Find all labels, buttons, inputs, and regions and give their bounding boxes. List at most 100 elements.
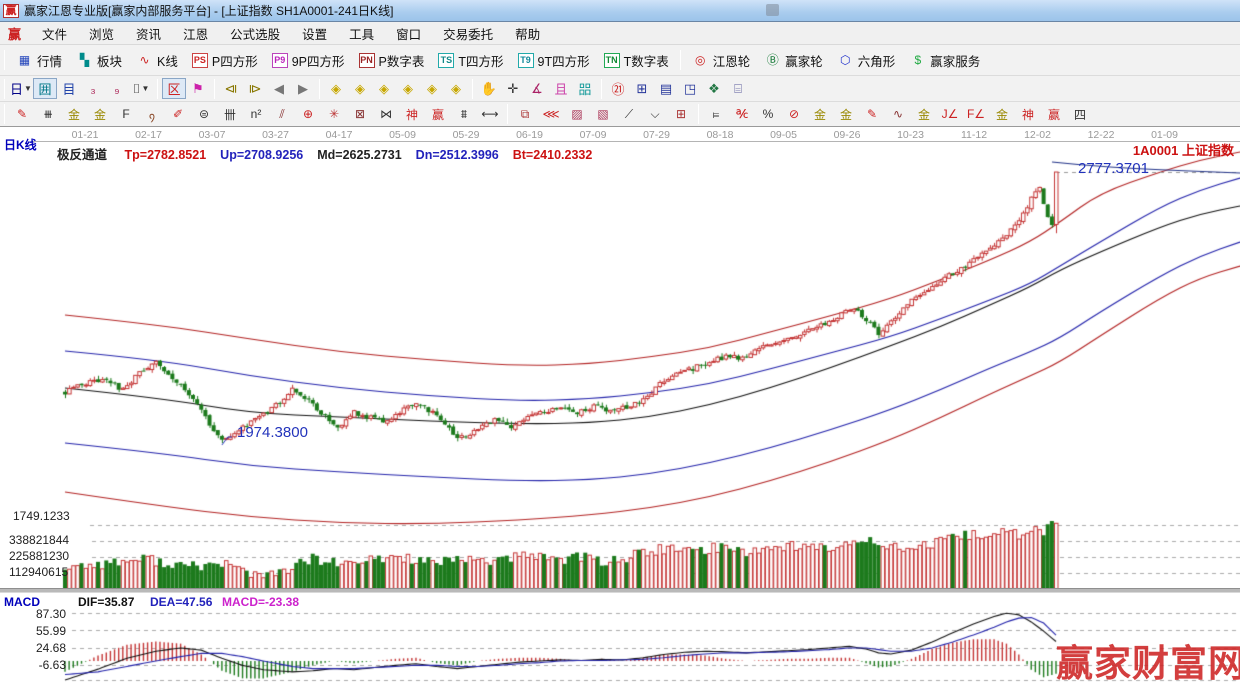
menu-item-工具[interactable]: 工具 xyxy=(338,21,385,46)
pencil-tool-button[interactable]: ✎ xyxy=(9,104,35,125)
trend-line-button[interactable]: ⟋ xyxy=(616,104,642,125)
gold-circle-button[interactable]: 金 xyxy=(807,104,833,125)
gold-line-button[interactable]: 金 xyxy=(833,104,859,125)
diamond-zoom-out-button[interactable]: ◈ xyxy=(444,78,468,99)
shen-angle-button[interactable]: 神 xyxy=(1015,104,1041,125)
candle-style-dropdown[interactable]: ⌷▼ xyxy=(129,78,153,99)
bar9-chart-button[interactable]: ₉ xyxy=(105,78,129,99)
angle-measure-button[interactable]: ∡ xyxy=(525,78,549,99)
notes-button[interactable]: ▤ xyxy=(654,78,678,99)
winner-service-button[interactable]: $赢家服务 xyxy=(902,48,987,73)
chart-globe-button[interactable]: ❖ xyxy=(702,78,726,99)
info-board-button[interactable]: 目 xyxy=(57,78,81,99)
9t-square-button[interactable]: T99T四方形 xyxy=(511,48,597,73)
fan-lines-button[interactable]: ⋘ xyxy=(538,104,564,125)
app-logo-icon: 赢 xyxy=(3,4,19,18)
p-square-button[interactable]: PSP四方形 xyxy=(185,48,265,73)
save-floppy-button[interactable]: ◳ xyxy=(678,78,702,99)
percent-line-button[interactable]: ℀ xyxy=(729,104,755,125)
check-wave-button[interactable]: ⌵ xyxy=(642,104,668,125)
menu-item-设置[interactable]: 设置 xyxy=(291,21,338,46)
magnet-tool-button[interactable]: 且 xyxy=(549,78,573,99)
p-number-table-icon: PN xyxy=(359,53,375,68)
sector-button[interactable]: ▚板块 xyxy=(69,48,129,73)
t-square-button[interactable]: TST四方形 xyxy=(431,48,510,73)
menu-item-帮助[interactable]: 帮助 xyxy=(504,21,551,46)
menu-item-资讯[interactable]: 资讯 xyxy=(125,21,172,46)
quote-button[interactable]: ▦行情 xyxy=(9,48,69,73)
gann-wheel-button[interactable]: ◎江恩轮 xyxy=(685,48,758,73)
width-measure-button[interactable]: ⟷ xyxy=(477,104,503,125)
gold-angle2-button[interactable]: 金 xyxy=(989,104,1015,125)
t-number-table-button[interactable]: TNT数字表 xyxy=(597,48,676,73)
session-grid-button[interactable]: 区 xyxy=(162,78,186,99)
window-control-icon[interactable] xyxy=(766,4,779,16)
p-number-table-button[interactable]: PNP数字表 xyxy=(352,48,432,73)
ying-angle-button[interactable]: 赢 xyxy=(1041,104,1067,125)
gann-target-button[interactable]: ⊕ xyxy=(295,104,321,125)
title-bar[interactable]: 赢 赢家江恩专业版[赢家内部服务平台] - [上证指数 SH1A0001-241… xyxy=(0,0,1240,22)
diamond-expand-button[interactable]: ◈ xyxy=(372,78,396,99)
gold-angle-button[interactable]: 金 xyxy=(911,104,937,125)
chart-cart-button[interactable]: ⌸ xyxy=(726,78,750,99)
rect-tool-button[interactable]: ⧉ xyxy=(512,104,538,125)
calculator-button[interactable]: ⊞ xyxy=(630,78,654,99)
f-angle-button[interactable]: F∠ xyxy=(963,104,989,125)
bar3-chart-button[interactable]: ₃ xyxy=(81,78,105,99)
wave-tool-button[interactable]: ∿ xyxy=(885,104,911,125)
kline-period-dropdown[interactable]: 日▼ xyxy=(9,78,33,99)
diamond-shift-right-button[interactable]: ◈ xyxy=(348,78,372,99)
menu-item-文件[interactable]: 文件 xyxy=(31,21,78,46)
calendar-button[interactable]: ㉑ xyxy=(606,78,630,99)
color-flag-button[interactable]: ⚑ xyxy=(186,78,210,99)
diamond-zoom-in-button[interactable]: ◈ xyxy=(420,78,444,99)
menu-item-浏览[interactable]: 浏览 xyxy=(78,21,125,46)
pencil-angle-button[interactable]: ✎ xyxy=(859,104,885,125)
menu-item-窗口[interactable]: 窗口 xyxy=(385,21,432,46)
hexagon-button[interactable]: ⬡六角形 xyxy=(830,48,903,73)
menu-item-江恩[interactable]: 江恩 xyxy=(172,21,219,46)
n2-grid-button[interactable]: n² xyxy=(243,104,269,125)
cloud-tool-button[interactable]: 㗊 xyxy=(573,78,597,99)
panel-splitter[interactable] xyxy=(0,588,1240,593)
hash-grid-button[interactable]: 卌 xyxy=(217,104,243,125)
ying-grid-button[interactable]: 赢 xyxy=(425,104,451,125)
web-square-button[interactable]: ⊠ xyxy=(347,104,373,125)
dense-grid-button[interactable]: ⊞ xyxy=(668,104,694,125)
circle-grid-button[interactable]: ⊜ xyxy=(191,104,217,125)
spiral-tool-button[interactable]: ᠀ xyxy=(139,104,165,125)
gold-grid2-button[interactable]: 金 xyxy=(87,104,113,125)
9p-square-button[interactable]: P99P四方形 xyxy=(265,48,352,73)
pencil2-tool-button[interactable]: ✐ xyxy=(165,104,191,125)
shen-grid-button[interactable]: 神 xyxy=(399,104,425,125)
grid-style-button[interactable]: 囲 xyxy=(33,78,57,99)
gann-fan-button[interactable]: ⫽ xyxy=(269,104,295,125)
spider-web-button[interactable]: ✳ xyxy=(321,104,347,125)
grid-box2-button[interactable]: ▧ xyxy=(590,104,616,125)
k-marks-button[interactable]: ⋈ xyxy=(373,104,399,125)
number-grid-button[interactable]: ⩩ xyxy=(451,104,477,125)
percent-button[interactable]: % xyxy=(755,104,781,125)
grid-box1-button[interactable]: ▨ xyxy=(564,104,590,125)
diamond-shift-left-button[interactable]: ◈ xyxy=(324,78,348,99)
crosshair-button[interactable]: ✛ xyxy=(501,78,525,99)
hist-levels-button[interactable]: ⫢ xyxy=(703,104,729,125)
j-angle-button[interactable]: J∠ xyxy=(937,104,963,125)
diamond-compress-button[interactable]: ◈ xyxy=(396,78,420,99)
indicator-info-line: 极反通道 Tp=2782.8521Up=2708.9256Md=2625.273… xyxy=(57,144,606,163)
prev-button[interactable]: ◀ xyxy=(267,78,291,99)
menu-item-交易委托[interactable]: 交易委托 xyxy=(432,21,504,46)
si-angle-button[interactable]: 四 xyxy=(1067,104,1093,125)
f-grid-button[interactable]: F xyxy=(113,104,139,125)
gold-grid-button[interactable]: 金 xyxy=(61,104,87,125)
percent-circle-button[interactable]: ⊘ xyxy=(781,104,807,125)
last-page-button[interactable]: ⧐ xyxy=(243,78,267,99)
winner-wheel-button[interactable]: Ⓑ赢家轮 xyxy=(757,48,830,73)
next-button[interactable]: ▶ xyxy=(291,78,315,99)
first-page-button[interactable]: ⧏ xyxy=(219,78,243,99)
menu-item-公式选股[interactable]: 公式选股 xyxy=(219,21,291,46)
kline-button[interactable]: ∿K线 xyxy=(129,48,185,73)
gann-grid-button[interactable]: ⧻ xyxy=(35,104,61,125)
diamond-compress-icon: ◈ xyxy=(403,81,413,97)
hand-drag-button[interactable]: ✋ xyxy=(477,78,501,99)
